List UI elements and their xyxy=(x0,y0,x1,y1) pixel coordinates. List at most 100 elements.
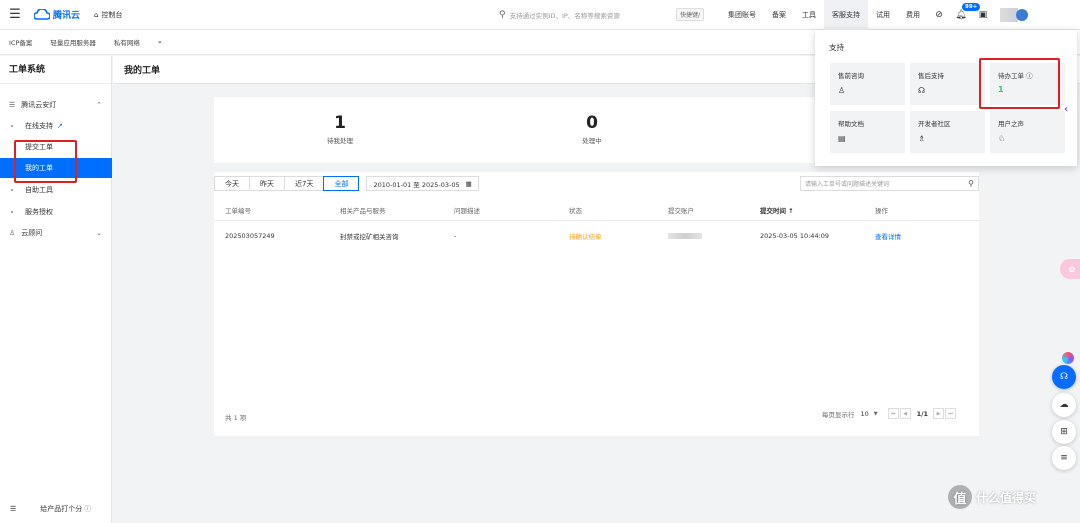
card-label: 售前咨询 xyxy=(838,72,864,80)
ticket-search-input[interactable]: 请输入工单号或问题描述关键词 ⚲ xyxy=(800,176,979,191)
chevron-up-icon: ⌃ xyxy=(96,101,102,109)
col-status: 状态 xyxy=(569,207,582,215)
assistant-arrow-icon[interactable]: ‹ xyxy=(1064,104,1078,118)
col-ticket-id: 工单编号 xyxy=(225,207,251,215)
stat-label: 处理中 xyxy=(582,137,602,145)
sidebar-item-authorization[interactable]: 服务授权 xyxy=(0,202,112,222)
cell-product: 封禁或挖矿相关咨询 xyxy=(340,233,399,241)
compass-icon[interactable]: ⊘ xyxy=(928,0,950,30)
nav-group-account[interactable]: 集团账号 xyxy=(720,0,764,30)
col-description: 问题描述 xyxy=(454,207,480,215)
card-aftersales[interactable]: 售后支持 ☊ xyxy=(910,63,985,105)
rate-product-link[interactable]: 给产品打个分 xyxy=(40,504,82,514)
col-action: 操作 xyxy=(875,207,888,215)
nav-beian[interactable]: 备案 xyxy=(764,0,794,30)
stat-label: 待我处理 xyxy=(327,137,353,145)
ai-assistant-icon[interactable] xyxy=(1062,352,1074,364)
cell-ticket-id: 202503057249 xyxy=(225,232,275,240)
console-link[interactable]: ⌂ 控制台 xyxy=(94,10,122,20)
headset-fab-icon[interactable]: ☊ xyxy=(1052,365,1076,389)
stat-pending-me[interactable]: 1 待我处理 xyxy=(300,113,380,145)
watermark: 值 什么值得买 xyxy=(948,485,1036,509)
cloud-fab-icon[interactable]: ☁ xyxy=(1052,393,1076,417)
brand-logo[interactable]: 腾讯云 xyxy=(34,8,80,21)
recent-vpc[interactable]: 私有网络 xyxy=(114,37,140,47)
date-range-picker[interactable]: 2010-01-01 至 2025-03-05 ▦ xyxy=(366,176,479,191)
prev-page-icon[interactable]: ◀ xyxy=(899,408,911,419)
chevron-down-icon: ⌄ xyxy=(96,229,102,237)
collapse-chevron-icon[interactable]: « xyxy=(158,38,162,46)
pagination: 每页显示行 10 ▼ ⏮ ◀ 1/1 ▶ ⏭ xyxy=(822,408,957,419)
list-fab-icon[interactable]: ≡ xyxy=(1052,446,1076,470)
hamburger-menu-icon[interactable]: ☰ xyxy=(0,0,30,30)
sidebar-item-online-support[interactable]: 在线支持 ↗ xyxy=(0,116,112,136)
dropdown-title: 支持 xyxy=(829,43,844,52)
card-docs[interactable]: 帮助文档 ▤ xyxy=(830,111,905,153)
cart-icon[interactable]: ▣ xyxy=(972,0,994,30)
recent-lighthouse[interactable]: 轻量应用服务器 xyxy=(50,37,96,47)
account-blurred xyxy=(668,233,702,239)
nav-tools[interactable]: 工具 xyxy=(794,0,824,30)
book-fab-icon[interactable]: ⊞ xyxy=(1052,420,1076,444)
page-buttons: ⏮ ◀ 1/1 ▶ ⏭ xyxy=(887,408,957,419)
view-details-link[interactable]: 查看详情 xyxy=(875,225,901,247)
card-presales[interactable]: 售前咨询 ♙ xyxy=(830,63,905,105)
watermark-logo-icon: 值 xyxy=(948,485,972,509)
filter-today[interactable]: 今天 xyxy=(214,176,250,191)
sidebar-item-label: 云顾问 xyxy=(21,229,43,237)
col-submit-time[interactable]: 提交时间 ↑ xyxy=(760,199,794,221)
help-circle-icon[interactable]: ⓘ xyxy=(84,504,91,514)
sidebar-item-self-service[interactable]: 自助工具 xyxy=(0,180,112,200)
first-page-icon[interactable]: ⏮ xyxy=(887,408,899,419)
global-search-placeholder: 支持通过实例ID、IP、名称等搜索资源 xyxy=(509,11,620,20)
cell-description: - xyxy=(454,232,457,240)
sidebar-item-label: 在线支持 xyxy=(25,122,53,130)
home-icon: ⌂ xyxy=(94,10,99,19)
search-icon[interactable]: ⚲ xyxy=(968,179,974,188)
ticket-table-panel: 今天 昨天 近7天 全部 2010-01-01 至 2025-03-05 ▦ 请… xyxy=(214,172,979,436)
stat-in-progress[interactable]: 0 处理中 xyxy=(552,113,632,145)
filter-yesterday[interactable]: 昨天 xyxy=(249,176,285,191)
advisor-icon: ♙ xyxy=(9,229,16,237)
stat-value: 1 xyxy=(334,113,346,133)
page-indicator: 1/1 xyxy=(916,409,929,418)
card-community[interactable]: 开发者社区 ♗ xyxy=(910,111,985,153)
chevron-down-icon[interactable]: ▼ xyxy=(874,411,878,417)
search-icon: ⚲ xyxy=(499,9,506,20)
brand-name: 腾讯云 xyxy=(53,11,81,21)
avatar[interactable] xyxy=(1000,7,1030,23)
card-user-voice[interactable]: 用户之声 ♘ xyxy=(990,111,1065,153)
page-size-label: 每页显示行 xyxy=(822,410,855,419)
date-range-value: 2010-01-01 至 2025-03-05 xyxy=(373,180,460,189)
sidebar-group-label: 腾讯云安灯 xyxy=(21,101,57,109)
list-icon: ☰ xyxy=(9,101,16,109)
nav-trial[interactable]: 试用 xyxy=(868,0,898,30)
console-label: 控制台 xyxy=(101,10,123,19)
calendar-icon: ▦ xyxy=(465,179,472,188)
cell-status: 待确认结单 xyxy=(569,233,602,241)
card-label: 开发者社区 xyxy=(918,120,951,128)
filter-7days[interactable]: 近7天 xyxy=(284,176,325,191)
global-search[interactable]: ⚲ 支持通过实例ID、IP、名称等搜索资源 快捷键/ xyxy=(492,4,708,25)
avatar-image xyxy=(1016,9,1028,21)
bell-icon[interactable]: 🔔︎ 99+ xyxy=(950,0,981,30)
nav-billing[interactable]: 费用 xyxy=(898,0,928,30)
watermark-text: 什么值得买 xyxy=(976,490,1037,505)
nav-support[interactable]: 客服支持 xyxy=(824,0,868,30)
annotation-highlight-box xyxy=(14,140,77,183)
collapse-sidebar-icon[interactable]: ☰ xyxy=(10,505,16,513)
floating-feedback-icon[interactable]: ✿ xyxy=(1060,259,1080,279)
sidebar-footer: ☰ 给产品打个分 ⓘ xyxy=(0,495,112,523)
page-size-select[interactable]: 10 xyxy=(861,410,869,418)
cell-submit-time: 2025-03-05 10:44:09 xyxy=(760,232,830,240)
next-page-icon[interactable]: ▶ xyxy=(933,408,945,419)
filter-all[interactable]: 全部 xyxy=(323,176,360,191)
stat-value: 0 xyxy=(586,113,598,133)
external-link-icon: ↗ xyxy=(57,122,63,130)
sidebar-group-andeng[interactable]: ☰ 腾讯云安灯 ⌃ xyxy=(0,98,112,112)
sidebar-item-advisor[interactable]: ♙ 云顾问 ⌄ xyxy=(0,223,112,243)
col-product: 相关产品与服务 xyxy=(340,207,386,215)
recent-icp[interactable]: ICP备案 xyxy=(9,37,32,47)
shortcut-hint: 快捷键/ xyxy=(675,8,704,21)
last-page-icon[interactable]: ⏭ xyxy=(945,408,957,419)
